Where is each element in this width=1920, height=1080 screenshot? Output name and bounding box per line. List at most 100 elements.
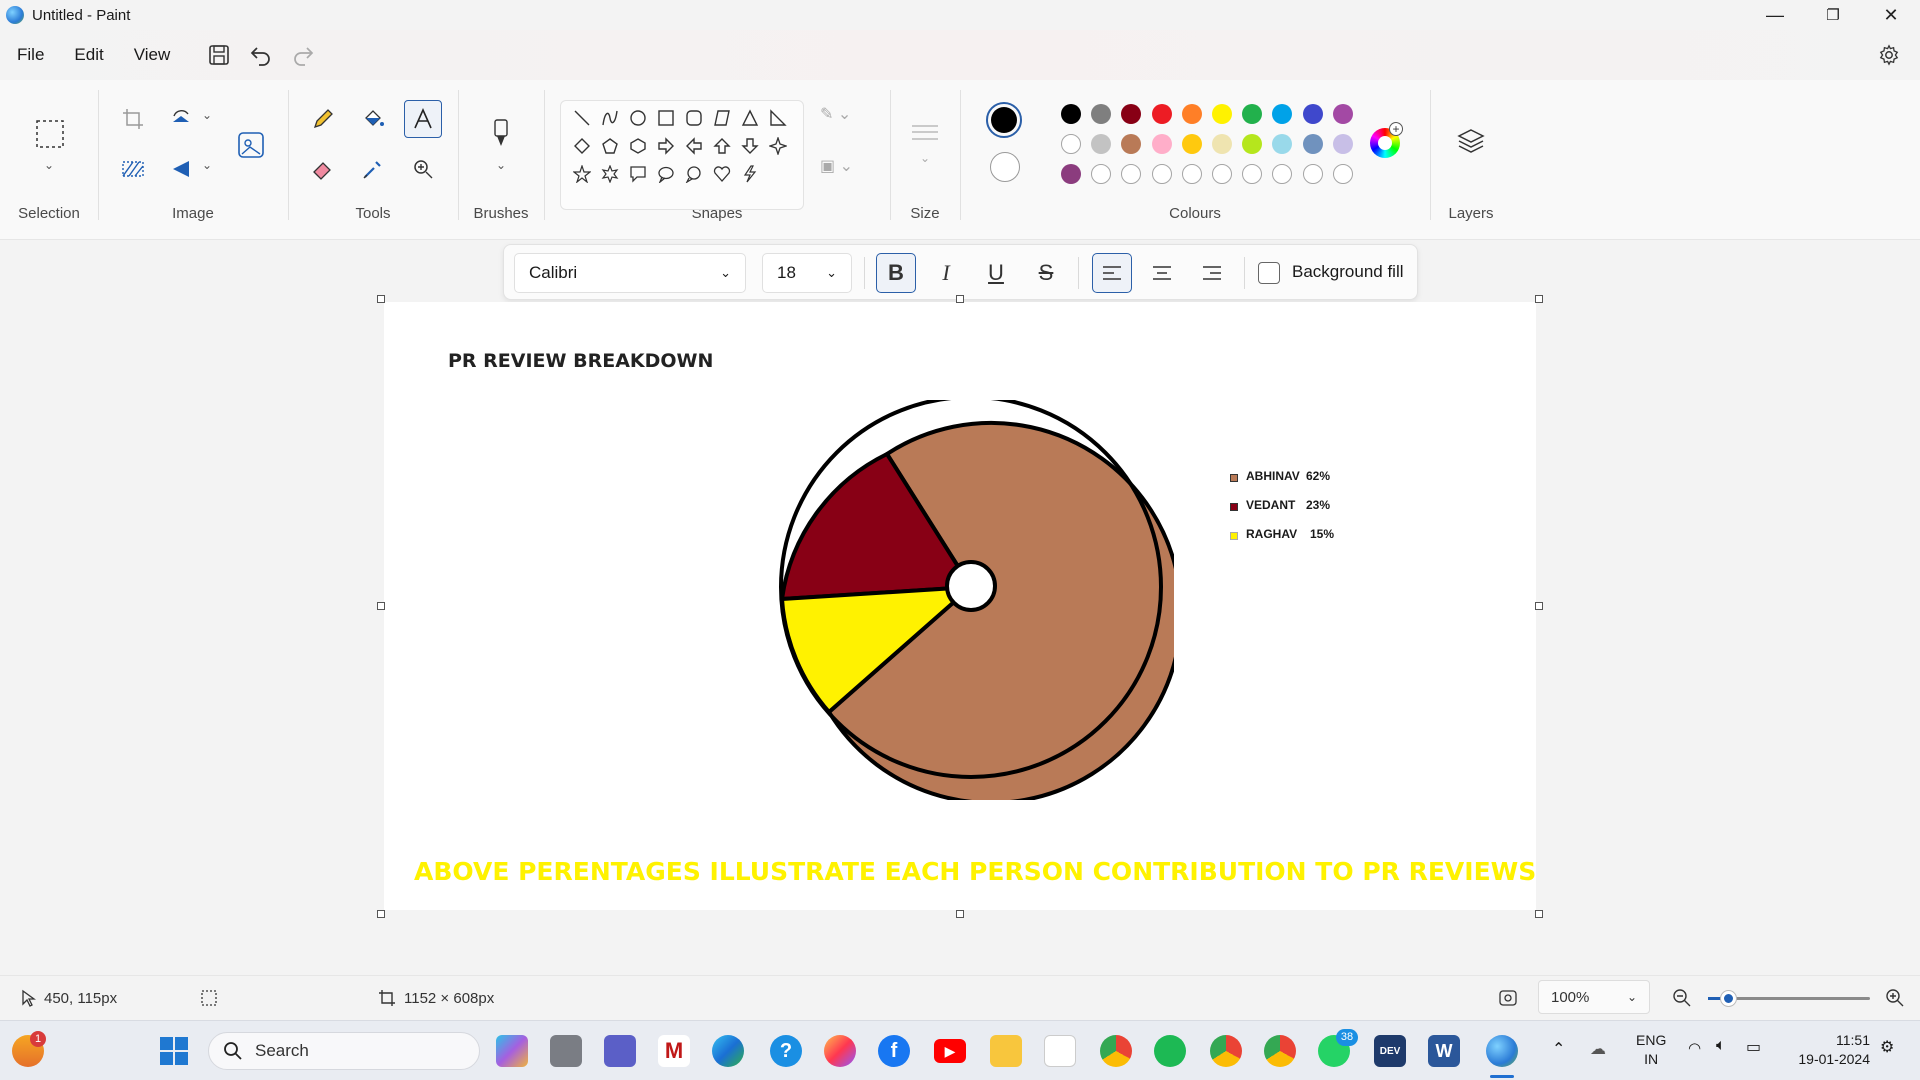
heart-shape[interactable]	[709, 161, 735, 187]
dev-app-icon[interactable]: DEV	[1374, 1035, 1406, 1067]
triangle-shape[interactable]	[737, 105, 763, 131]
battery-icon[interactable]: ▭	[1746, 1037, 1761, 1057]
hexagon-shape[interactable]	[625, 133, 651, 159]
paint-taskbar-icon[interactable]	[1486, 1035, 1518, 1067]
crop-button[interactable]	[114, 100, 152, 138]
colour-swatch[interactable]	[1061, 134, 1081, 154]
mcafee-icon[interactable]: M	[658, 1035, 690, 1067]
colour-swatch[interactable]	[1212, 134, 1232, 154]
undo-button[interactable]	[241, 35, 281, 75]
zoom-dropdown[interactable]: 100% ⌄	[1538, 980, 1650, 1014]
colour-swatch[interactable]	[1212, 104, 1232, 124]
minimize-button[interactable]: —	[1746, 0, 1804, 30]
colour-swatch[interactable]	[1332, 104, 1353, 124]
italic-button[interactable]: I	[926, 253, 966, 293]
resize-handle-top[interactable]	[956, 295, 964, 303]
five-point-star-shape[interactable]	[569, 161, 595, 187]
resize-button[interactable]	[162, 100, 200, 138]
colour-swatch[interactable]	[1061, 164, 1081, 184]
down-arrow-shape[interactable]	[737, 133, 763, 159]
chrome-profile-c-icon[interactable]	[1264, 1035, 1296, 1067]
colour-swatch[interactable]	[1302, 134, 1323, 154]
colour-swatch[interactable]	[1181, 134, 1202, 154]
diamond-shape[interactable]	[569, 133, 595, 159]
outline-button[interactable]: ✎ ⌄	[820, 104, 864, 130]
clock[interactable]: 11:51 19-01-2024	[1784, 1031, 1870, 1069]
resize-handle-bottom-right[interactable]	[1535, 910, 1543, 918]
menu-file[interactable]: File	[2, 45, 59, 65]
resize-handle-top-left[interactable]	[377, 295, 385, 303]
font-family-dropdown[interactable]: Calibri ⌄	[514, 253, 746, 293]
colour-swatch[interactable]	[1091, 134, 1112, 154]
chevron-up-icon[interactable]: ⌃	[1552, 1039, 1565, 1059]
resize-handle-left[interactable]	[377, 602, 385, 610]
colour-swatch[interactable]	[1091, 104, 1112, 124]
maximize-button[interactable]: ❐	[1804, 0, 1862, 30]
menu-edit[interactable]: Edit	[59, 45, 118, 65]
rect-callout-shape[interactable]	[625, 161, 651, 187]
chevron-down-icon[interactable]: ⌄	[44, 158, 54, 172]
colour-swatch[interactable]	[1151, 134, 1172, 154]
color-picker-tool[interactable]	[354, 150, 392, 188]
align-center-button[interactable]	[1142, 253, 1182, 293]
drawing-canvas[interactable]: PR REVIEW BREAKDOWN ABHINAV 62% VEDANT 2…	[384, 302, 1536, 910]
text-tool[interactable]	[404, 100, 442, 138]
language-indicator[interactable]: ENG IN	[1636, 1031, 1666, 1069]
rectangle-shape[interactable]	[653, 105, 679, 131]
word-icon[interactable]: W	[1428, 1035, 1460, 1067]
pentagon-shape[interactable]	[597, 133, 623, 159]
underline-button[interactable]: U	[976, 253, 1016, 293]
chevron-down-icon[interactable]: ⌄	[496, 158, 506, 172]
facebook-icon[interactable]: f	[878, 1035, 910, 1067]
left-arrow-shape[interactable]	[681, 133, 707, 159]
resize-handle-bottom[interactable]	[956, 910, 964, 918]
save-button[interactable]	[199, 35, 239, 75]
notifications-icon[interactable]: ⚙︎	[1880, 1037, 1894, 1057]
colour-swatch[interactable]	[1272, 104, 1293, 124]
size-button[interactable]: ⌄	[910, 122, 940, 165]
polygon-shape[interactable]	[709, 105, 735, 131]
chrome-profile-b-icon[interactable]	[1210, 1035, 1242, 1067]
colour-swatch[interactable]	[1121, 104, 1142, 124]
custom-colour-slot[interactable]	[1091, 164, 1112, 184]
align-right-button[interactable]	[1192, 253, 1232, 293]
custom-colour-slot[interactable]	[1272, 164, 1293, 184]
magnifier-tool[interactable]	[404, 150, 442, 188]
resize-handle-bottom-left[interactable]	[377, 910, 385, 918]
rounded-rectangle-shape[interactable]	[681, 105, 707, 131]
fill-button[interactable]: ▣ ⌄	[820, 156, 864, 182]
colour-swatch[interactable]	[1121, 134, 1142, 154]
fill-tool[interactable]	[354, 100, 392, 138]
custom-colour-slot[interactable]	[1242, 164, 1263, 184]
redo-button[interactable]	[283, 35, 323, 75]
lightning-shape[interactable]	[737, 161, 763, 187]
colour-swatch[interactable]	[1302, 104, 1323, 124]
secondary-color[interactable]	[990, 152, 1020, 182]
microsoft-store-icon[interactable]	[1044, 1035, 1076, 1067]
chevron-down-icon[interactable]: ⌄	[202, 108, 212, 122]
taskbar-search[interactable]: Search	[208, 1032, 480, 1070]
font-size-dropdown[interactable]: 18 ⌄	[762, 253, 852, 293]
colour-swatch[interactable]	[1061, 104, 1081, 124]
menu-view[interactable]: View	[119, 45, 186, 65]
edge-icon[interactable]	[712, 1035, 744, 1067]
six-point-star-shape[interactable]	[597, 161, 623, 187]
eraser-tool[interactable]	[304, 150, 342, 188]
bold-button[interactable]: B	[876, 253, 916, 293]
resize-handle-top-right[interactable]	[1535, 295, 1543, 303]
file-explorer-icon[interactable]	[990, 1035, 1022, 1067]
settings-button[interactable]	[1876, 42, 1902, 68]
oval-shape[interactable]	[625, 105, 651, 131]
layers-button[interactable]	[1452, 122, 1490, 160]
custom-colour-slot[interactable]	[1212, 164, 1232, 184]
teams-chat-icon[interactable]	[604, 1035, 636, 1067]
edit-colours-button[interactable]: +	[1370, 122, 1403, 158]
help-icon[interactable]: ?	[770, 1035, 802, 1067]
copilot-pre-icon[interactable]	[496, 1035, 528, 1067]
align-left-button[interactable]	[1092, 253, 1132, 293]
selection-tool[interactable]	[30, 114, 70, 154]
zoom-slider-thumb[interactable]	[1721, 991, 1736, 1006]
colour-swatch[interactable]	[1151, 104, 1172, 124]
custom-colour-slot[interactable]	[1302, 164, 1323, 184]
select-options-button[interactable]	[114, 150, 152, 188]
